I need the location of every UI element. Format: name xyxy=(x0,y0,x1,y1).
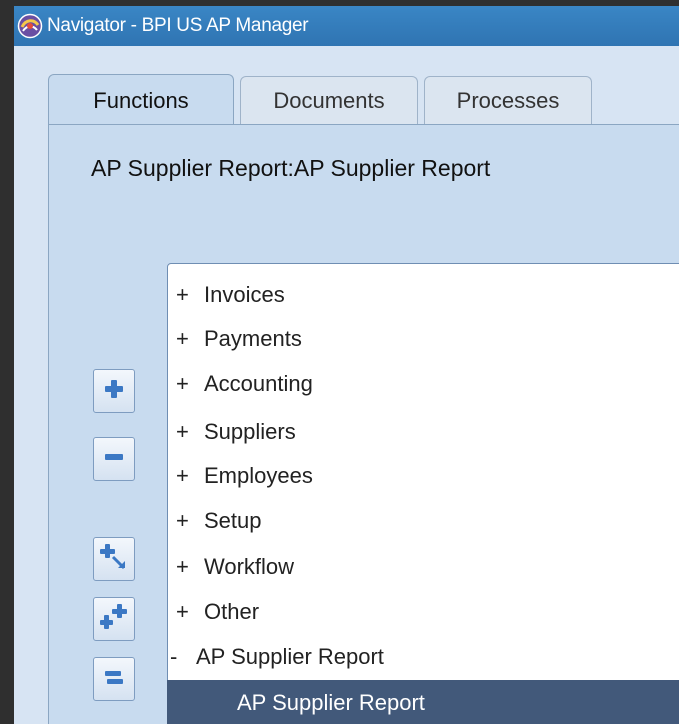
tree-item-other[interactable]: + Other xyxy=(168,589,679,635)
tab-bar: Functions Documents Processes xyxy=(48,74,598,126)
title-bar[interactable]: Navigator - BPI US AP Manager xyxy=(14,6,679,46)
tree-item-label: AP Supplier Report xyxy=(196,644,384,669)
function-tree[interactable]: + Invoices + Payments + Accounting + Sup… xyxy=(167,263,679,724)
tree-item-workflow[interactable]: + Workflow xyxy=(168,544,679,590)
collapse-icon xyxy=(103,446,125,473)
tree-expander[interactable]: + xyxy=(168,282,204,308)
tree-expander[interactable]: - xyxy=(168,644,196,670)
tree-item-invoices[interactable]: + Invoices xyxy=(168,272,679,318)
expand-all-icon xyxy=(100,603,128,636)
tree-item-label: Payments xyxy=(204,326,302,351)
tree-expander[interactable]: + xyxy=(168,371,204,397)
tree-item-employees[interactable]: + Employees xyxy=(168,453,679,499)
tab-processes[interactable]: Processes xyxy=(424,76,592,124)
tree-expander[interactable]: + xyxy=(168,326,204,352)
tree-expander[interactable]: + xyxy=(168,508,204,534)
expand-branch-icon xyxy=(100,543,128,576)
oracle-app-icon xyxy=(17,13,43,39)
tree-expander[interactable]: + xyxy=(168,419,204,445)
functions-panel: AP Supplier Report:AP Supplier Report + … xyxy=(48,124,679,724)
expand-branch-button[interactable] xyxy=(93,537,135,581)
expand-icon xyxy=(103,378,125,405)
expand-button[interactable] xyxy=(93,369,135,413)
tree-item-accounting[interactable]: + Accounting xyxy=(168,361,679,407)
tree-item-payments[interactable]: + Payments xyxy=(168,316,679,362)
tree-item-label: Suppliers xyxy=(204,419,296,444)
expand-all-button[interactable] xyxy=(93,597,135,641)
current-function-heading: AP Supplier Report:AP Supplier Report xyxy=(91,155,491,181)
tree-item-label: AP Supplier Report xyxy=(237,690,425,715)
tree-item-label: Workflow xyxy=(204,554,295,579)
tree-item-suppliers[interactable]: + Suppliers xyxy=(168,409,679,455)
navigator-window: Navigator - BPI US AP Manager Functions … xyxy=(14,6,679,724)
tree-item-label: Setup xyxy=(204,508,262,533)
collapse-button[interactable] xyxy=(93,437,135,481)
tree-item-ap-supplier-report[interactable]: AP Supplier Report xyxy=(167,680,679,724)
tree-expander[interactable]: + xyxy=(168,554,204,580)
tree-item-label: Other xyxy=(204,599,260,624)
tree-item-label: Employees xyxy=(204,463,313,488)
tab-documents[interactable]: Documents xyxy=(240,76,418,124)
collapse-all-button[interactable] xyxy=(93,657,135,701)
tree-item-setup[interactable]: + Setup xyxy=(168,498,679,544)
tree-item-label: Invoices xyxy=(204,282,285,307)
collapse-all-icon xyxy=(102,665,126,694)
tree-item-label: Accounting xyxy=(204,371,313,396)
tree-item-ap-supplier-report-folder[interactable]: - AP Supplier Report xyxy=(168,634,679,680)
tree-expander[interactable]: + xyxy=(168,463,204,489)
tree-expander[interactable]: + xyxy=(168,599,204,625)
window-title: Navigator - BPI US AP Manager xyxy=(47,15,309,36)
tab-functions[interactable]: Functions xyxy=(48,74,234,126)
